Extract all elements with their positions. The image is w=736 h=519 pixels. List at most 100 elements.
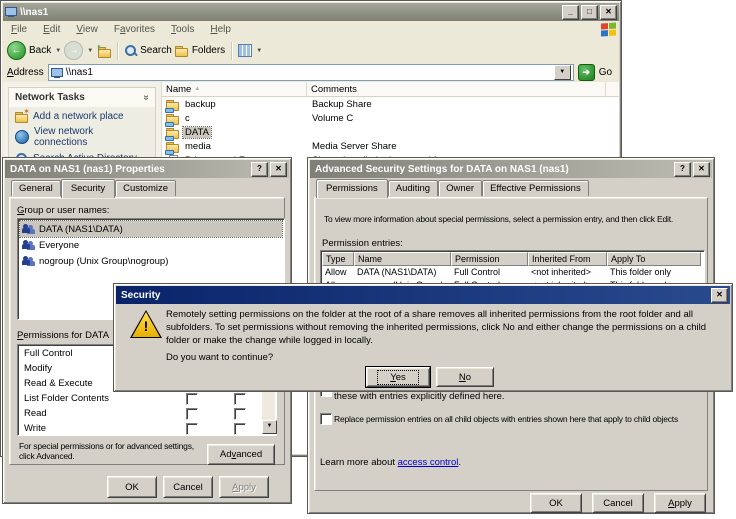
- collapse-chevron-icon[interactable]: »: [141, 95, 152, 101]
- close-button[interactable]: ✕: [270, 161, 287, 177]
- shared-folder-icon: [165, 99, 179, 113]
- menu-favorites[interactable]: Favorites: [106, 24, 163, 35]
- folders-icon[interactable]: [174, 45, 189, 57]
- file-row[interactable]: backup Backup Share: [165, 98, 372, 113]
- column-apply-to[interactable]: Apply To: [607, 252, 701, 266]
- group-item-selected[interactable]: DATA (NAS1\DATA): [19, 220, 283, 238]
- column-permission[interactable]: Permission: [451, 252, 528, 266]
- advanced-titlebar[interactable]: Advanced Security Settings for DATA on N…: [310, 160, 712, 178]
- permission-row[interactable]: List Folder Contents: [18, 392, 276, 407]
- toolbar-separator: [231, 41, 233, 60]
- go-label[interactable]: Go: [599, 67, 612, 78]
- search-label[interactable]: Search: [140, 45, 172, 56]
- network-tasks-header[interactable]: Network Tasks »: [9, 88, 155, 107]
- windows-logo-icon: [601, 22, 617, 37]
- address-label: Address: [7, 67, 44, 78]
- add-network-place-icon: [15, 107, 30, 123]
- apply-button[interactable]: Apply: [219, 476, 269, 498]
- list-column-headers: Name ▲ Comments: [162, 82, 619, 97]
- advanced-note: For special permissions or for advanced …: [19, 441, 194, 461]
- explorer-titlebar[interactable]: \\nas1 _ □ ✕: [3, 3, 619, 21]
- tab-customize[interactable]: Customize: [115, 180, 177, 196]
- task-view-network-connections[interactable]: View network connections: [9, 122, 155, 148]
- no-button[interactable]: No: [436, 367, 494, 387]
- tab-permissions[interactable]: Permissions: [316, 179, 388, 198]
- address-value[interactable]: \\nas1: [66, 67, 93, 78]
- minimize-button[interactable]: _: [562, 4, 579, 20]
- file-row[interactable]: c Volume C: [165, 112, 353, 127]
- cancel-button[interactable]: Cancel: [592, 493, 644, 513]
- apply-button[interactable]: Apply: [654, 493, 706, 513]
- menu-tools[interactable]: Tools: [163, 24, 202, 35]
- forward-dropdown-icon[interactable]: ▼: [87, 48, 93, 54]
- file-row-selected[interactable]: DATA: [165, 126, 212, 141]
- views-dropdown-icon[interactable]: ▼: [256, 48, 262, 54]
- ok-button[interactable]: OK: [107, 476, 157, 498]
- close-button[interactable]: ✕: [693, 161, 710, 177]
- column-inherited-from[interactable]: Inherited From: [528, 252, 607, 266]
- column-comments[interactable]: Comments: [307, 82, 606, 96]
- close-button[interactable]: ✕: [600, 4, 617, 20]
- column-name[interactable]: Name ▲: [162, 82, 307, 96]
- help-button[interactable]: ?: [674, 161, 691, 177]
- search-icon[interactable]: [124, 44, 137, 57]
- tab-effective-permissions[interactable]: Effective Permissions: [482, 180, 589, 196]
- properties-tabs: General Security Customize: [11, 179, 177, 198]
- properties-titlebar[interactable]: DATA on NAS1 (nas1) Properties ? ✕: [5, 160, 289, 178]
- back-dropdown-icon[interactable]: ▼: [55, 48, 61, 54]
- tab-owner[interactable]: Owner: [438, 180, 483, 196]
- file-row[interactable]: media Media Server Share: [165, 140, 396, 155]
- maximize-button[interactable]: □: [581, 4, 598, 20]
- advanced-button[interactable]: Ad v anced: [207, 444, 275, 465]
- warning-icon: !: [130, 310, 162, 338]
- deny-checkbox[interactable]: [234, 393, 246, 405]
- permission-row[interactable]: Write: [18, 422, 276, 437]
- column-name[interactable]: Name: [354, 252, 451, 266]
- back-label[interactable]: Back: [29, 45, 51, 56]
- toolbar-separator: [117, 41, 119, 60]
- deny-checkbox[interactable]: [234, 408, 246, 420]
- allow-checkbox[interactable]: [186, 408, 198, 420]
- permission-row[interactable]: Read: [18, 407, 276, 422]
- group-item[interactable]: Everyone: [20, 237, 282, 253]
- user-group-icon: [22, 223, 35, 235]
- cancel-button[interactable]: Cancel: [163, 476, 213, 498]
- menu-help[interactable]: Help: [202, 24, 239, 35]
- ok-button[interactable]: OK: [530, 493, 582, 513]
- address-dropdown-icon[interactable]: ▼: [553, 65, 571, 80]
- permission-entry-row[interactable]: Allow DATA (NAS1\DATA) Full Control <not…: [322, 266, 703, 279]
- allow-checkbox[interactable]: [186, 423, 198, 435]
- explorer-title: \\nas1: [20, 6, 49, 18]
- tab-security[interactable]: Security: [60, 179, 116, 198]
- learn-more-text: Learn more about access control.: [320, 457, 462, 468]
- menu-file[interactable]: File: [3, 24, 35, 35]
- up-folder-icon[interactable]: ↑: [96, 42, 112, 58]
- back-icon[interactable]: ←: [7, 41, 26, 60]
- shared-folder-icon: [165, 113, 179, 127]
- close-button[interactable]: ✕: [711, 287, 728, 303]
- allow-checkbox[interactable]: [186, 393, 198, 405]
- security-title: Security: [121, 289, 161, 301]
- column-type[interactable]: Type: [322, 252, 354, 266]
- yes-button[interactable]: Yes: [366, 367, 430, 387]
- menu-view[interactable]: View: [68, 24, 106, 35]
- security-titlebar[interactable]: Security ✕: [116, 286, 730, 304]
- group-item[interactable]: nogroup (Unix Group\nogroup): [20, 253, 282, 269]
- go-icon[interactable]: ➜: [577, 64, 595, 81]
- address-computer-icon: [50, 67, 63, 78]
- help-button[interactable]: ?: [251, 161, 268, 177]
- replace-permissions-checkbox[interactable]: [320, 413, 332, 425]
- scroll-down-icon[interactable]: ▼: [262, 420, 277, 434]
- deny-checkbox[interactable]: [234, 423, 246, 435]
- access-control-link[interactable]: access control: [398, 457, 459, 468]
- forward-icon[interactable]: →: [64, 41, 84, 60]
- address-field[interactable]: \\nas1 ▼: [47, 64, 574, 81]
- user-group-icon: [22, 255, 35, 267]
- tab-auditing[interactable]: Auditing: [387, 180, 439, 196]
- tab-general[interactable]: General: [11, 180, 61, 196]
- task-add-network-place[interactable]: Add a network place: [9, 107, 155, 123]
- views-icon[interactable]: [238, 44, 253, 57]
- security-question: Do you want to continue?: [166, 352, 274, 363]
- menu-edit[interactable]: Edit: [35, 24, 68, 35]
- folders-label[interactable]: Folders: [192, 45, 225, 56]
